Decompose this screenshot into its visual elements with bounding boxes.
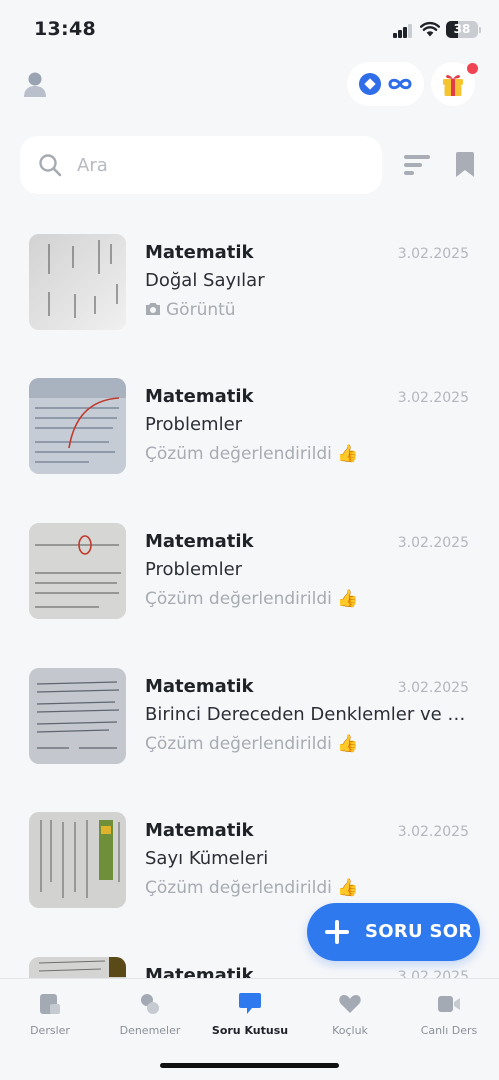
question-subject: Matematik bbox=[145, 531, 254, 552]
question-date: 3.02.2025 bbox=[397, 535, 469, 551]
heart-icon bbox=[339, 995, 361, 1013]
bookmark-icon[interactable] bbox=[455, 152, 475, 178]
home-indicator bbox=[160, 1063, 339, 1068]
question-item[interactable]: Matematik 3.02.2025 Sayı Kümeleri Çözüm … bbox=[0, 812, 499, 912]
question-thumbnail bbox=[29, 234, 126, 330]
question-status: Çözüm değerlendirildi 👍 bbox=[145, 734, 359, 754]
chat-icon bbox=[239, 993, 261, 1014]
ask-question-button[interactable]: SORU SOR bbox=[307, 903, 480, 961]
tab-kocluk[interactable]: Koçluk bbox=[300, 979, 400, 1049]
wifi-icon bbox=[420, 21, 440, 37]
plus-icon bbox=[325, 920, 349, 944]
infinity-icon bbox=[388, 78, 412, 90]
ask-question-label: SORU SOR bbox=[365, 921, 473, 942]
question-item[interactable]: Matematik 3.02.2025 Problemler Çözüm değ… bbox=[0, 378, 499, 478]
question-date: 3.02.2025 bbox=[397, 246, 469, 262]
question-item[interactable]: Matematik 3.02.2025 Problemler Çözüm değ… bbox=[0, 523, 499, 623]
book-icon bbox=[40, 994, 60, 1014]
question-title: Birinci Dereceden Denklemler ve Eşitsizl… bbox=[145, 704, 470, 725]
question-thumbnail bbox=[29, 668, 126, 764]
camera-icon bbox=[146, 303, 160, 315]
tab-label: Soru Kutusu bbox=[211, 1024, 289, 1037]
question-subject: Matematik bbox=[145, 386, 254, 407]
question-date: 3.02.2025 bbox=[397, 390, 469, 406]
question-date: 3.02.2025 bbox=[397, 824, 469, 840]
search-input[interactable] bbox=[77, 150, 367, 180]
question-status: Çözüm değerlendirildi 👍 bbox=[145, 878, 359, 898]
question-thumbnail bbox=[29, 812, 126, 908]
unlimited-pass-button[interactable] bbox=[347, 62, 424, 106]
signal-icon bbox=[393, 24, 413, 38]
question-title: Doğal Sayılar bbox=[145, 270, 265, 291]
search-icon bbox=[39, 154, 62, 177]
status-time: 13:48 bbox=[34, 18, 96, 40]
battery-icon: 38 bbox=[446, 21, 478, 38]
tab-canli-ders[interactable]: Canlı Ders bbox=[399, 979, 499, 1049]
question-status: Çözüm değerlendirildi 👍 bbox=[145, 589, 359, 609]
question-thumbnail bbox=[29, 378, 126, 474]
question-title: Problemler bbox=[145, 559, 243, 580]
question-title: Sayı Kümeleri bbox=[145, 848, 269, 869]
question-status: Görüntü bbox=[166, 300, 236, 320]
question-item[interactable]: Matematik 3.02.2025 Doğal Sayılar Görünt… bbox=[0, 234, 499, 334]
sort-filter-icon[interactable] bbox=[404, 154, 430, 176]
question-thumbnail bbox=[29, 523, 126, 619]
question-item[interactable]: Matematik 3.02.2025 Birinci Dereceden De… bbox=[0, 668, 499, 768]
tab-label: Dersler bbox=[30, 1024, 70, 1037]
tab-denemeler[interactable]: Denemeler bbox=[100, 979, 200, 1049]
tab-label: Koçluk bbox=[332, 1024, 368, 1037]
exam-icon bbox=[141, 994, 159, 1014]
tab-dersler[interactable]: Dersler bbox=[0, 979, 100, 1049]
battery-level: 38 bbox=[453, 22, 471, 36]
battery-cap bbox=[479, 27, 481, 33]
diamond-icon bbox=[359, 73, 381, 95]
video-icon bbox=[438, 996, 460, 1012]
question-date: 3.02.2025 bbox=[397, 680, 469, 696]
search-box[interactable] bbox=[20, 136, 382, 194]
tab-soru-kutusu[interactable]: Soru Kutusu bbox=[200, 979, 300, 1049]
profile-icon[interactable] bbox=[22, 70, 48, 98]
notification-dot bbox=[467, 63, 478, 74]
question-subject: Matematik bbox=[145, 242, 254, 263]
tab-label: Denemeler bbox=[119, 1024, 181, 1037]
question-subject: Matematik bbox=[145, 676, 254, 697]
question-subject: Matematik bbox=[145, 820, 254, 841]
status-bar: 13:48 38 bbox=[0, 0, 499, 58]
tab-label: Canlı Ders bbox=[420, 1024, 478, 1037]
question-status: Çözüm değerlendirildi 👍 bbox=[145, 444, 359, 464]
question-title: Problemler bbox=[145, 414, 243, 435]
